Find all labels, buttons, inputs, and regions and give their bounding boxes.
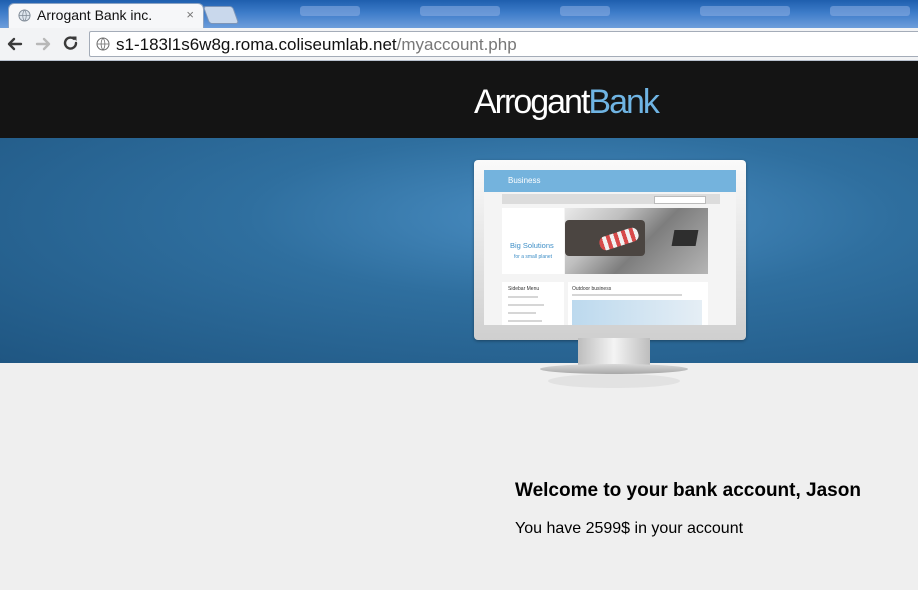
arrogant-bank-logo[interactable]: ArrogantBank <box>474 82 660 122</box>
mockup-main-title: Outdoor business <box>572 286 612 292</box>
mockup-sidebar-line <box>508 312 536 314</box>
mockup-hero-subtitle: for a small planet <box>514 254 553 260</box>
logo-part-2: Bank <box>588 83 659 121</box>
account-balance-text: You have 2599$ in your account <box>515 520 744 537</box>
mockup-sidebar-line <box>508 304 544 306</box>
welcome-heading: Welcome to your bank account, Jason <box>515 480 861 501</box>
hero-banner <box>0 138 918 363</box>
url-text: s1-183l1s6w8g.roma.coliseumlab.net/myacc… <box>116 35 517 55</box>
globe-icon <box>18 9 31 22</box>
monitor-screen: Business Big Solutions for a small plane… <box>484 170 736 325</box>
logo-part-1: Arrogant <box>474 83 590 121</box>
address-bar[interactable]: s1-183l1s6w8g.roma.coliseumlab.net/myacc… <box>89 31 918 57</box>
mockup-sidebar-line <box>508 320 542 322</box>
browser-tabstrip: Arrogant Bank inc. × <box>0 0 918 28</box>
reload-icon[interactable] <box>61 34 81 54</box>
mockup-main-line <box>572 294 682 296</box>
mockup-sidebar-title: Sidebar Menu <box>508 286 540 292</box>
url-host: s1-183l1s6w8g.roma.coliseumlab.net <box>116 35 397 54</box>
monitor-illustration: Business Big Solutions for a small plane… <box>474 160 746 340</box>
tab-close-icon[interactable]: × <box>186 8 194 22</box>
laptop-shape <box>671 230 699 246</box>
blurred-background-tab <box>830 6 910 16</box>
url-path: /myaccount.php <box>396 35 517 54</box>
mockup-hero-title: Big Solutions <box>510 241 554 250</box>
blurred-background-tab <box>700 6 790 16</box>
mockup-sidebar-line <box>508 296 538 298</box>
blurred-background-tab <box>420 6 500 16</box>
new-tab-button[interactable] <box>202 6 240 24</box>
monitor-reflection <box>548 374 680 388</box>
forward-arrow-icon[interactable] <box>33 34 53 54</box>
tab-title: Arrogant Bank inc. <box>37 7 153 23</box>
monitor-stand <box>540 364 688 374</box>
back-arrow-icon[interactable] <box>5 34 25 54</box>
site-info-globe-icon[interactable] <box>96 37 110 51</box>
mockup-hero-photo <box>565 208 708 274</box>
site-header <box>0 61 918 138</box>
browser-tab-active[interactable]: Arrogant Bank inc. × <box>8 3 204 28</box>
mockup-main-image <box>572 300 702 325</box>
mockup-search <box>654 196 706 204</box>
browser-toolbar: s1-183l1s6w8g.roma.coliseumlab.net/myacc… <box>0 28 918 61</box>
monitor-neck <box>578 338 650 366</box>
mockup-brand: Business <box>508 176 541 185</box>
blurred-background-tab <box>300 6 360 16</box>
blurred-background-tab <box>560 6 610 16</box>
